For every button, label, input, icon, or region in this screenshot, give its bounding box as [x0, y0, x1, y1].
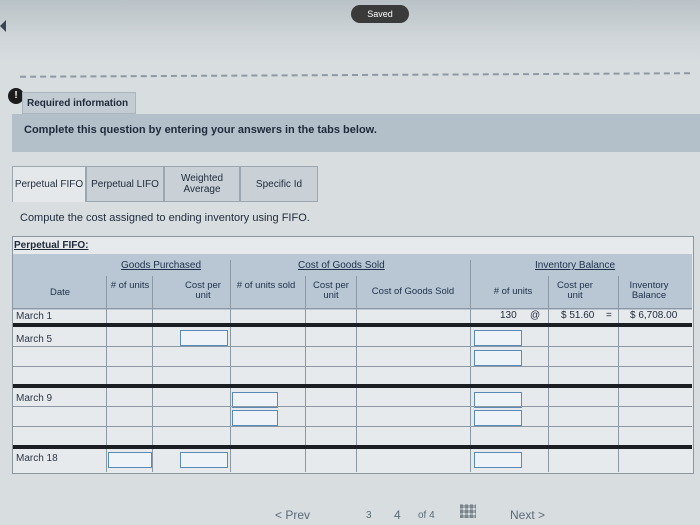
grid-line	[13, 406, 692, 407]
row-date-march-1: March 1	[16, 311, 53, 322]
col-cost-per-unit-balance: Cost per unit	[557, 280, 593, 301]
next-button[interactable]: Next >	[510, 508, 545, 522]
page-3-link[interactable]: 3	[366, 510, 372, 521]
units-purchased-input[interactable]	[108, 452, 152, 468]
prev-button[interactable]: < Prev	[275, 508, 310, 522]
grid-line	[152, 276, 153, 472]
col-inventory-balance: Inventory Balance	[629, 280, 669, 301]
col-units-sold: # of units sold	[236, 280, 296, 291]
required-information-tab[interactable]: Required information	[22, 92, 136, 114]
row-separator	[13, 445, 692, 449]
page-count: of 4	[418, 510, 435, 521]
instruction-text: Complete this question by entering your …	[24, 124, 377, 136]
grid-line	[106, 276, 107, 472]
row-date-march-18: March 18	[16, 453, 58, 464]
saved-badge: Saved	[351, 5, 409, 23]
tab-specific-id[interactable]: Specific Id	[240, 166, 318, 202]
balance-units-input[interactable]	[474, 452, 522, 468]
balance-cost-per-unit: $ 51.60	[561, 310, 595, 321]
cost-of-goods-sold-header: Cost of Goods Sold	[298, 260, 385, 271]
col-date: Date	[49, 287, 71, 298]
balance-amount: $ 6,708.00	[630, 310, 678, 321]
row-separator	[13, 384, 692, 388]
equals-sign: =	[606, 310, 612, 321]
col-units-purchased: # of units	[110, 280, 150, 291]
grid-line	[618, 276, 619, 472]
divider	[19, 72, 691, 78]
goods-purchased-header: Goods Purchased	[121, 260, 202, 271]
row-date-march-5: March 5	[16, 334, 53, 345]
cost-per-unit-input[interactable]	[180, 452, 228, 468]
grid-line	[305, 276, 306, 472]
units-sold-input[interactable]	[232, 410, 278, 426]
collapse-arrow-icon[interactable]	[0, 20, 6, 32]
balance-units: 130	[500, 310, 517, 321]
balance-units-input[interactable]	[474, 330, 522, 346]
inventory-balance-header: Inventory Balance	[535, 260, 616, 271]
grid-line	[13, 308, 692, 309]
grid-line	[548, 276, 549, 472]
top-bar	[0, 0, 700, 60]
grid-line	[13, 426, 692, 427]
col-units-balance: # of units	[493, 286, 533, 297]
at-sign: @	[530, 310, 541, 321]
grid-line	[356, 276, 357, 472]
table-title: Perpetual FIFO:	[14, 240, 89, 251]
task-text: Compute the cost assigned to ending inve…	[20, 212, 310, 224]
row-separator	[13, 323, 692, 327]
page-4-link[interactable]: 4	[394, 508, 401, 522]
col-cost-per-unit-purchased: Cost per unit	[185, 280, 221, 301]
grid-line	[13, 346, 692, 347]
balance-units-input[interactable]	[474, 350, 522, 366]
grid-line	[13, 366, 692, 367]
tab-perpetual-fifo[interactable]: Perpetual FIFO	[12, 166, 86, 202]
page-grid-icon[interactable]	[460, 504, 476, 518]
tab-weighted-average[interactable]: Weighted Average	[164, 166, 240, 202]
balance-units-input[interactable]	[474, 410, 522, 426]
col-cost-of-goods-sold: Cost of Goods Sold	[371, 286, 455, 297]
cost-per-unit-input[interactable]	[180, 330, 228, 346]
col-cost-per-unit-sold: Cost per unit	[313, 280, 349, 301]
tab-perpetual-lifo[interactable]: Perpetual LIFO	[86, 166, 164, 202]
row-date-march-9: March 9	[16, 393, 53, 404]
